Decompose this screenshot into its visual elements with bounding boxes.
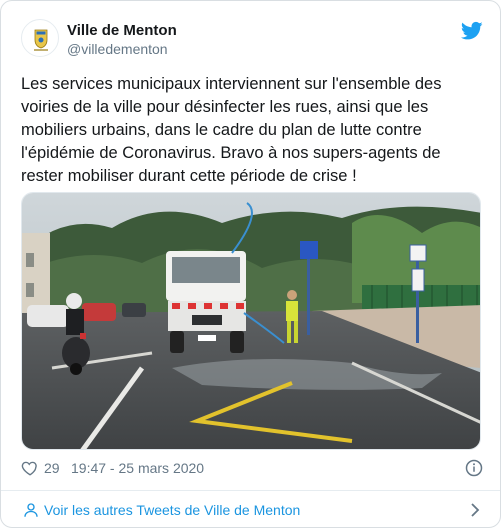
tweet-timestamp[interactable]: 19:47 - 25 mars 2020 [71, 460, 204, 476]
tweet-text: Les services municipaux interviennent su… [21, 75, 442, 185]
like-count: 29 [44, 460, 60, 476]
tweet-photo[interactable] [21, 192, 481, 450]
tweet-meta: 29 19:47 - 25 mars 2020 [21, 459, 483, 479]
display-name[interactable]: Ville de Menton [67, 21, 177, 40]
info-icon[interactable] [465, 459, 483, 477]
user-handle[interactable]: @villedementon [67, 40, 177, 59]
person-icon [24, 503, 38, 517]
like-button[interactable]: 29 [21, 459, 60, 477]
avatar[interactable] [21, 19, 59, 57]
street-disinfection-photo [22, 193, 480, 449]
tweet-header: Ville de Menton @villedementon [21, 19, 483, 63]
tweet-card: Ville de Menton @villedementon Les servi… [0, 0, 501, 528]
more-tweets-link[interactable]: Voir les autres Tweets de Ville de Mento… [1, 491, 500, 527]
chevron-right-icon [471, 503, 480, 517]
more-tweets-label: Voir les autres Tweets de Ville de Mento… [44, 502, 301, 518]
city-crest-icon [34, 29, 48, 51]
heart-icon [21, 461, 37, 476]
twitter-bird-icon[interactable] [461, 21, 483, 41]
